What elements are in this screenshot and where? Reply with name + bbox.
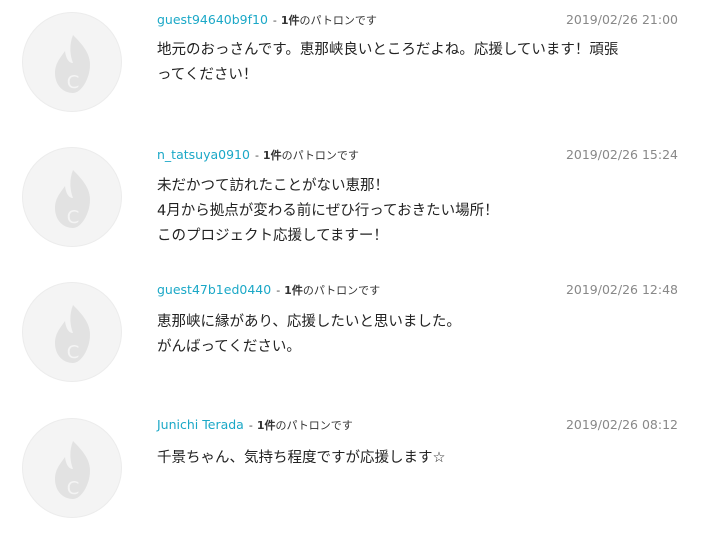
flame-c-icon: C xyxy=(55,35,91,93)
avatar[interactable]: C xyxy=(22,418,122,518)
comment-date: 2019/02/26 15:24 xyxy=(565,147,678,162)
username-link[interactable]: guest47b1ed0440 xyxy=(157,282,271,297)
patron-count-label: 1件のパトロンです xyxy=(262,149,359,162)
comment-date: 2019/02/26 08:12 xyxy=(565,417,678,432)
comment-meta: guest94640b9f10- 1件のパトロンです 2019/02/26 21… xyxy=(157,10,678,30)
svg-text:C: C xyxy=(67,72,80,93)
comment-meta: n_tatsuya0910- 1件のパトロンです 2019/02/26 15:2… xyxy=(157,145,678,165)
separator: - xyxy=(276,284,281,297)
flame-c-icon: C xyxy=(55,305,91,363)
svg-text:C: C xyxy=(67,342,80,363)
flame-c-icon: C xyxy=(55,441,91,499)
comment-line: このプロジェクト応援してますー！ xyxy=(157,228,388,244)
flame-c-icon: C xyxy=(55,170,91,228)
comment-line: ってください！ xyxy=(157,67,258,83)
avatar[interactable]: C xyxy=(22,147,122,247)
patron-count-label: 1件のパトロンです xyxy=(256,419,353,432)
comment-body: 千景ちゃん、気持ち程度ですが応援します☆ xyxy=(157,446,687,471)
avatar[interactable]: C xyxy=(22,282,122,382)
comment-meta: Junichi Terada - 1件のパトロンです 2019/02/26 08:… xyxy=(157,415,678,435)
comment-line: 千景ちゃん、気持ち程度ですが応援します☆ xyxy=(157,450,446,466)
svg-text:C: C xyxy=(67,207,80,228)
patron-count-label: 1件のパトロンです xyxy=(280,14,377,27)
username-link[interactable]: n_tatsuya0910 xyxy=(157,147,250,162)
username-link[interactable]: Junichi Terada xyxy=(157,417,244,432)
comment-body: 未だかつて訪れたことがない恵那！ 4月から拠点が変わる前にぜひ行っておきたい場所… xyxy=(157,174,687,249)
avatar[interactable]: C xyxy=(22,12,122,112)
username-link[interactable]: guest94640b9f10 xyxy=(157,12,268,27)
comment-meta: guest47b1ed0440- 1件のパトロンです 2019/02/26 12… xyxy=(157,280,678,300)
comment-line: 未だかつて訪れたことがない恵那！ xyxy=(157,178,389,194)
comment-line: がんばってください。 xyxy=(157,339,301,355)
svg-text:C: C xyxy=(67,478,80,499)
comment-line: 4月から拠点が変わる前にぜひ行っておきたい場所！ xyxy=(157,203,499,219)
comment-line: 地元のおっさんです。恵那峡良いところだよね。応援しています！頑張 xyxy=(157,42,619,58)
comment-date: 2019/02/26 12:48 xyxy=(565,282,678,297)
comment-body: 地元のおっさんです。恵那峡良いところだよね。応援しています！頑張 ってください！ xyxy=(157,38,687,88)
patron-count-label: 1件のパトロンです xyxy=(284,284,381,297)
separator: - xyxy=(254,149,259,162)
comment-date: 2019/02/26 21:00 xyxy=(565,12,678,27)
separator: - xyxy=(272,14,277,27)
comment-body: 恵那峡に縁があり、応援したいと思いました。 がんばってください。 xyxy=(157,310,687,360)
separator: - xyxy=(248,419,253,432)
comment-line: 恵那峡に縁があり、応援したいと思いました。 xyxy=(157,314,461,330)
